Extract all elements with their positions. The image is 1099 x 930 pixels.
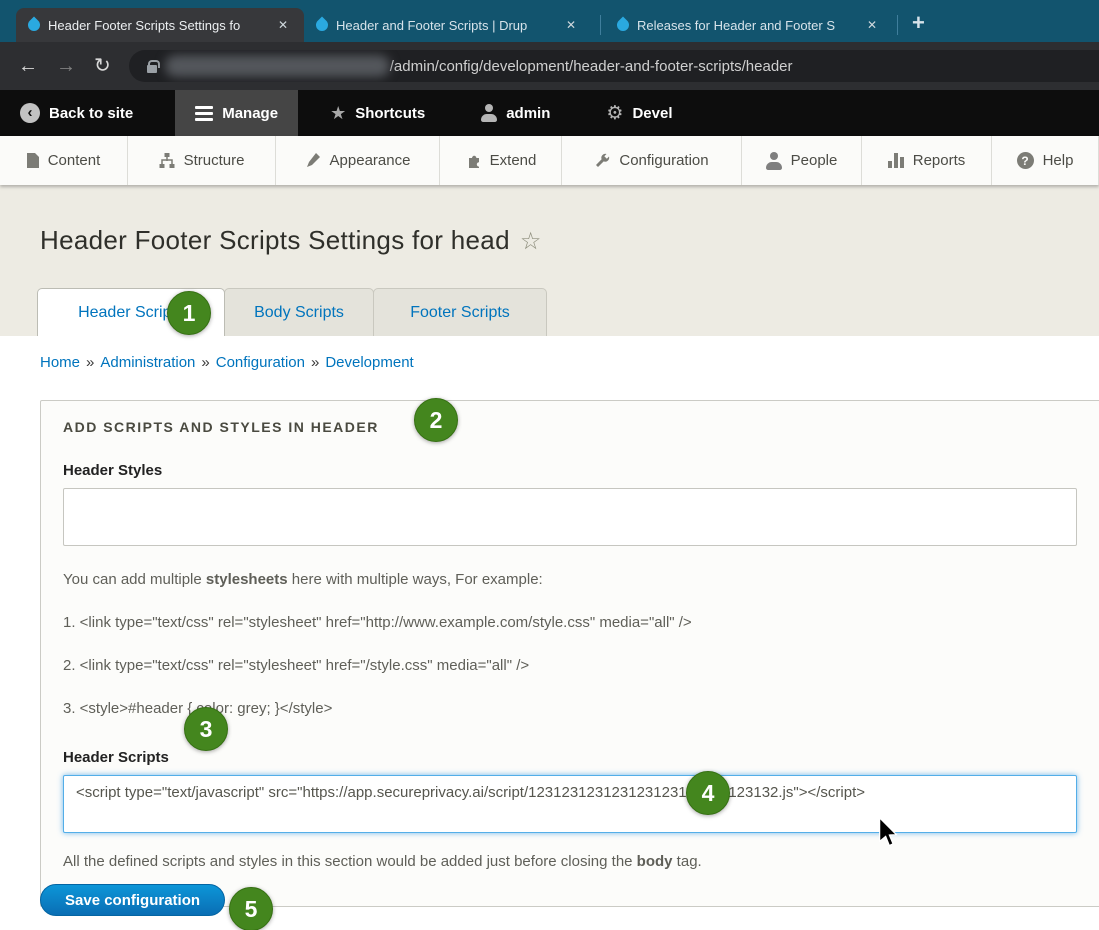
- gear-icon: ⚙: [606, 104, 623, 123]
- styles-help-text: You can add multiple stylesheets here wi…: [63, 571, 1085, 588]
- drupal-logo-icon: [615, 17, 632, 34]
- browser-window: Header Footer Scripts Settings fo ✕ Head…: [0, 0, 1099, 930]
- page-tabs: Header Scripts Body Scripts Footer Scrip…: [37, 288, 546, 336]
- header-styles-label: Header Styles: [63, 462, 1085, 479]
- menu-item-label: People: [791, 152, 838, 169]
- breadcrumb-separator: »: [86, 354, 94, 371]
- menu-item-label: Help: [1043, 152, 1074, 169]
- toolbar-shortcuts[interactable]: ★ Shortcuts: [310, 90, 445, 136]
- toolbar-item-label: Devel: [632, 105, 672, 122]
- menu-item-label: Reports: [913, 152, 966, 169]
- menu-item-label: Structure: [184, 152, 245, 169]
- annotation-badge-4: 4: [686, 771, 730, 815]
- breadcrumb-development[interactable]: Development: [325, 354, 413, 371]
- menu-item-label: Appearance: [330, 152, 411, 169]
- browser-navbar: ← → ↻ /admin/config/development/header-a…: [0, 42, 1099, 90]
- url-path: /admin/config/development/header-and-foo…: [390, 58, 793, 75]
- menu-item-label: Content: [48, 152, 101, 169]
- tab-separator: [600, 15, 601, 35]
- scripts-help-text: All the defined scripts and styles in th…: [63, 853, 1085, 870]
- toolbar-item-label: Back to site: [49, 105, 133, 122]
- menu-item-label: Extend: [490, 152, 537, 169]
- back-icon[interactable]: ←: [18, 56, 38, 76]
- structure-icon: [159, 153, 175, 169]
- browser-tab-1[interactable]: Header Footer Scripts Settings fo ✕: [16, 8, 304, 42]
- breadcrumb-configuration[interactable]: Configuration: [216, 354, 305, 371]
- breadcrumb-administration[interactable]: Administration: [100, 354, 195, 371]
- drupal-logo-icon: [314, 17, 331, 34]
- toolbar-item-label: Shortcuts: [355, 105, 425, 122]
- new-tab-button[interactable]: +: [912, 12, 925, 34]
- menu-item-appearance[interactable]: Appearance: [276, 136, 440, 185]
- breadcrumb-separator: »: [201, 354, 209, 371]
- tab-footer-scripts[interactable]: Footer Scripts: [373, 288, 547, 336]
- menu-item-help[interactable]: ? Help: [992, 136, 1099, 185]
- header-styles-textarea[interactable]: [63, 488, 1077, 546]
- toolbar-item-label: Manage: [222, 105, 278, 122]
- toolbar-item-label: admin: [506, 105, 550, 122]
- bar-chart-icon: [888, 153, 904, 168]
- breadcrumb-home[interactable]: Home: [40, 354, 80, 371]
- lock-icon: [147, 65, 157, 73]
- page-title: Header Footer Scripts Settings for head☆: [40, 225, 542, 256]
- drupal-admin-menu: Content Structure Appearance Extend Conf…: [0, 136, 1099, 185]
- close-tab-icon[interactable]: ✕: [863, 16, 881, 34]
- tab-title: Releases for Header and Footer S: [637, 18, 855, 33]
- people-icon: [766, 152, 782, 170]
- drupal-admin-toolbar: ‹ Back to site Manage ★ Shortcuts admin …: [0, 90, 1099, 136]
- header-scripts-textarea[interactable]: <script type="text/javascript" src="http…: [63, 775, 1077, 833]
- tab-separator: [897, 15, 898, 35]
- browser-tab-strip: Header Footer Scripts Settings fo ✕ Head…: [0, 0, 1099, 42]
- tab-title: Header and Footer Scripts | Drup: [336, 18, 554, 33]
- mouse-cursor: [876, 818, 900, 853]
- wrench-icon: [594, 153, 610, 169]
- tab-title: Header Footer Scripts Settings fo: [48, 18, 266, 33]
- breadcrumb-separator: »: [311, 354, 319, 371]
- blurred-domain: [165, 55, 390, 77]
- breadcrumb: Home » Administration » Configuration » Develo…: [40, 354, 1099, 371]
- menu-item-content[interactable]: Content: [0, 136, 128, 185]
- appearance-icon: [305, 153, 321, 169]
- tab-body-scripts[interactable]: Body Scripts: [224, 288, 374, 336]
- main-content: Home » Administration » Configuration » Develo…: [0, 336, 1099, 930]
- reload-icon[interactable]: ↻: [94, 56, 111, 76]
- browser-tab-3[interactable]: Releases for Header and Footer S ✕: [605, 8, 893, 42]
- page-header: Header Footer Scripts Settings for head☆…: [0, 185, 1099, 336]
- menu-item-reports[interactable]: Reports: [862, 136, 992, 185]
- annotation-badge-5: 5: [229, 887, 273, 930]
- content-icon: [27, 153, 39, 168]
- header-scripts-fieldset: ADD SCRIPTS AND STYLES IN HEADER Header …: [40, 400, 1099, 907]
- menu-item-people[interactable]: People: [742, 136, 862, 185]
- extend-puzzle-icon: [465, 153, 481, 169]
- hamburger-icon: [195, 106, 213, 121]
- toolbar-back-to-site[interactable]: ‹ Back to site: [0, 90, 153, 136]
- annotation-badge-2: 2: [414, 398, 458, 442]
- address-bar[interactable]: /admin/config/development/header-and-foo…: [129, 50, 1099, 82]
- menu-item-label: Configuration: [619, 152, 708, 169]
- menu-item-extend[interactable]: Extend: [440, 136, 562, 185]
- user-icon: [481, 104, 497, 122]
- toolbar-devel[interactable]: ⚙ Devel: [586, 90, 692, 136]
- help-icon: ?: [1017, 152, 1034, 169]
- header-scripts-label: Header Scripts: [63, 749, 1085, 766]
- browser-tab-2[interactable]: Header and Footer Scripts | Drup ✕: [304, 8, 596, 42]
- close-tab-icon[interactable]: ✕: [274, 16, 292, 34]
- save-configuration-button[interactable]: Save configuration: [40, 884, 225, 916]
- style-example-2: 2. <link type="text/css" rel="stylesheet…: [63, 657, 1085, 674]
- star-icon: ★: [330, 104, 346, 122]
- favorite-star-icon[interactable]: ☆: [520, 227, 542, 255]
- menu-item-configuration[interactable]: Configuration: [562, 136, 742, 185]
- annotation-badge-3: 3: [184, 707, 228, 751]
- drupal-logo-icon: [26, 17, 43, 34]
- close-tab-icon[interactable]: ✕: [562, 16, 580, 34]
- toolbar-admin-user[interactable]: admin: [461, 90, 570, 136]
- style-example-1: 1. <link type="text/css" rel="stylesheet…: [63, 614, 1085, 631]
- toolbar-manage[interactable]: Manage: [175, 90, 298, 136]
- fieldset-title: ADD SCRIPTS AND STYLES IN HEADER: [63, 419, 1085, 435]
- annotation-badge-1: 1: [167, 291, 211, 335]
- back-to-site-icon: ‹: [20, 103, 40, 123]
- forward-icon: →: [56, 56, 76, 76]
- menu-item-structure[interactable]: Structure: [128, 136, 276, 185]
